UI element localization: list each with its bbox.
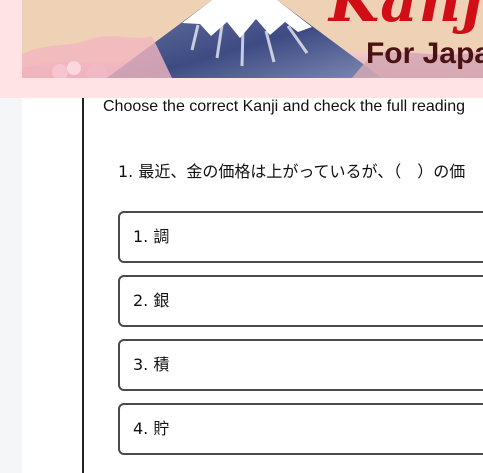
instruction-text: Choose the correct Kanji and check the f… xyxy=(103,98,465,115)
banner-subtitle: For Japa xyxy=(365,37,483,70)
answer-option-2[interactable]: 2. 銀 xyxy=(118,275,483,327)
answer-option-4[interactable]: 4. 貯 xyxy=(118,403,483,455)
answer-option-label: 4. 貯 xyxy=(133,419,170,438)
answer-option-1[interactable]: 1. 調 xyxy=(118,211,483,263)
question-text: 1. 最近、金の価格は上がっているが、（ ）の価 xyxy=(118,162,466,181)
answer-option-label: 3. 積 xyxy=(133,355,170,374)
page-banner: Kanji For Japa xyxy=(0,0,483,98)
answer-option-3[interactable]: 3. 積 xyxy=(118,339,483,391)
quiz-page: Kanji For Japa Choose the correct Kanji … xyxy=(0,0,483,473)
content-left-border xyxy=(82,98,84,473)
answer-option-label: 1. 調 xyxy=(133,227,170,246)
banner-title: Kanji xyxy=(328,0,483,35)
answer-option-label: 2. 銀 xyxy=(133,291,170,310)
